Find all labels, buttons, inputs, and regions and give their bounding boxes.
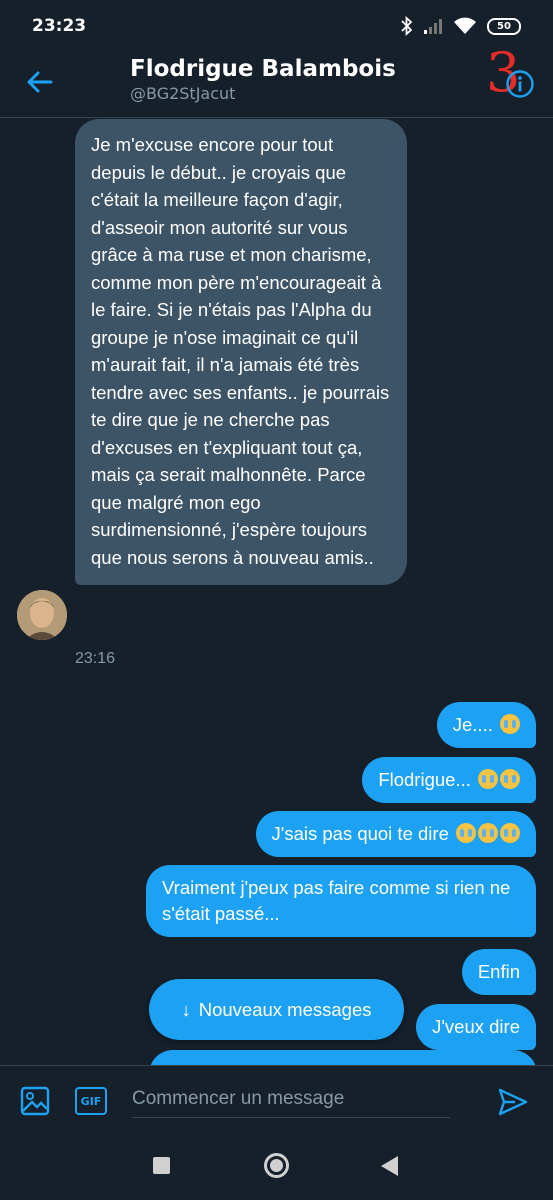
back-arrow-icon[interactable] — [24, 66, 56, 98]
incoming-message-bubble[interactable]: Je m'excuse encore pour tout depuis le d… — [75, 119, 407, 585]
message-text: J'veux dire — [432, 1016, 520, 1037]
status-icons: 50 — [401, 16, 521, 36]
crying-emoji-icon — [478, 769, 498, 789]
gif-icon[interactable]: GIF — [75, 1087, 107, 1115]
message-timestamp: 23:16 — [75, 650, 116, 667]
system-nav-bar — [0, 1133, 553, 1200]
crying-emoji-icon — [500, 714, 520, 734]
outgoing-message-bubble[interactable]: J'sais pas quoi te dire — [255, 811, 536, 857]
contact-name: Flodrigue Balambois — [130, 56, 396, 82]
new-messages-button[interactable]: ↓ Nouveaux messages — [149, 979, 404, 1040]
message-text: Flodrigue... — [378, 769, 471, 790]
message-text: Je.... — [452, 714, 493, 735]
home-icon[interactable] — [264, 1153, 289, 1178]
avatar-photo — [17, 590, 67, 640]
message-text: Enfin — [477, 961, 520, 982]
signal-icon — [424, 19, 442, 34]
arrow-down-icon: ↓ — [181, 998, 191, 1020]
outgoing-message-bubble[interactable]: Flodrigue... — [362, 757, 536, 803]
message-text: J'sais pas quoi te dire — [271, 823, 449, 844]
avatar[interactable] — [17, 590, 67, 640]
crying-emoji-icon — [456, 823, 476, 843]
contact-title[interactable]: Flodrigue Balambois @BG2StJacut — [130, 56, 396, 103]
message-thread[interactable]: Je m'excuse encore pour tout depuis le d… — [0, 119, 553, 1065]
message-input[interactable] — [132, 1080, 450, 1118]
conversation-header: Flodrigue Balambois @BG2StJacut 3 — [0, 46, 553, 118]
crying-emoji-icon — [500, 823, 520, 843]
wifi-icon — [454, 17, 476, 34]
battery-indicator: 50 — [487, 17, 521, 35]
outgoing-message-bubble[interactable]: J'veux dire — [416, 1004, 536, 1050]
outgoing-message-bubble[interactable]: Je.... — [436, 702, 536, 748]
status-time: 23:23 — [32, 16, 87, 36]
crying-emoji-icon — [478, 823, 498, 843]
info-icon[interactable] — [505, 69, 535, 99]
compose-bar: GIF — [0, 1065, 553, 1133]
recent-apps-icon[interactable] — [153, 1157, 170, 1174]
message-text: Vraiment j'peux pas faire comme si rien … — [162, 877, 511, 924]
send-icon[interactable] — [497, 1086, 529, 1118]
contact-handle: @BG2StJacut — [130, 84, 236, 103]
outgoing-message-bubble[interactable]: Vraiment j'peux pas faire comme si rien … — [146, 865, 536, 937]
outgoing-message-bubble-partial — [149, 1050, 537, 1065]
status-bar: 23:23 50 — [0, 0, 553, 52]
outgoing-message-bubble[interactable]: Enfin — [461, 949, 536, 995]
bluetooth-icon — [401, 16, 413, 36]
crying-emoji-icon — [500, 769, 520, 789]
new-messages-label: Nouveaux messages — [198, 998, 372, 1020]
back-triangle-icon[interactable] — [381, 1156, 398, 1176]
image-icon[interactable] — [20, 1086, 50, 1116]
